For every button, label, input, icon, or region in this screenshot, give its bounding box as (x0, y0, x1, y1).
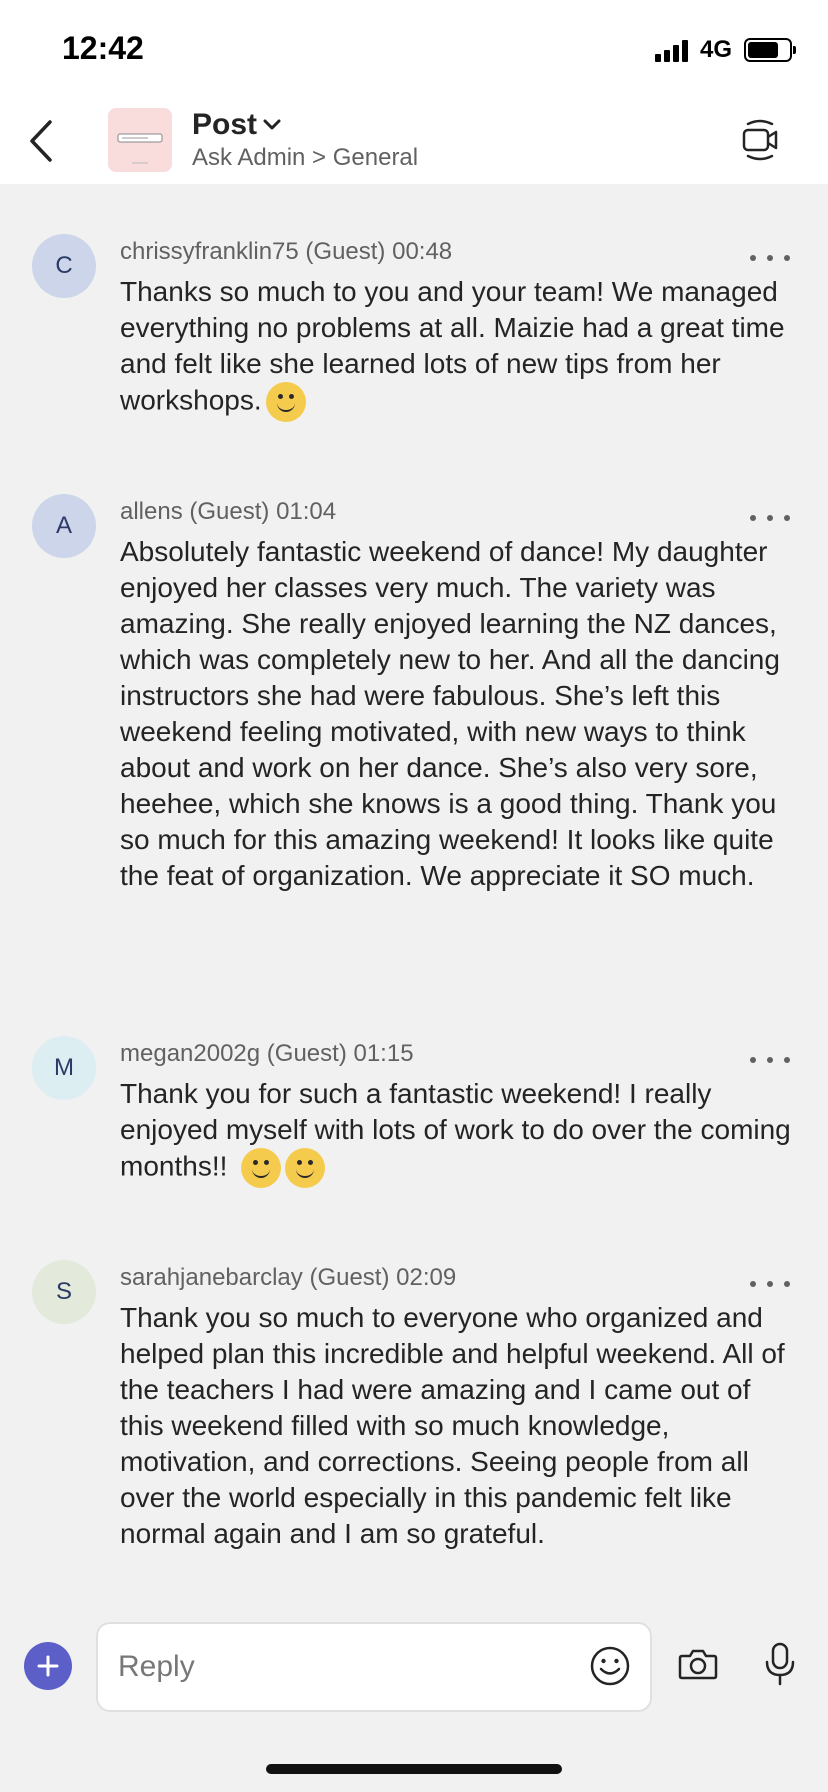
team-thumbnail (108, 108, 172, 172)
post-header: Post Ask Admin > General (0, 100, 828, 184)
status-time: 12:42 (62, 30, 144, 66)
message-meta: allens (Guest) 01:04 (120, 498, 336, 526)
camera-button[interactable] (676, 1642, 720, 1686)
message-text: Absolutely fantastic weekend of dance! M… (120, 536, 780, 891)
avatar[interactable]: S (32, 1260, 96, 1324)
message-text: Thanks so much to you and your team! We … (120, 276, 785, 416)
more-options-button[interactable] (750, 508, 790, 528)
avatar[interactable]: A (32, 494, 96, 558)
post-title-dropdown[interactable]: Post (192, 108, 281, 142)
smiley-emoji-icon (241, 1148, 282, 1188)
message-body: Thank you so much to everyone who organi… (120, 1300, 800, 1552)
message-meta: megan2002g (Guest) 01:15 (120, 1040, 414, 1068)
author-name[interactable]: sarahjanebarclay (Guest) (120, 1264, 389, 1291)
status-bar: 12:42 4G (0, 0, 828, 100)
reply-composer (0, 1600, 828, 1712)
emoji-button[interactable] (588, 1644, 632, 1688)
message-body: Thanks so much to you and your team! We … (120, 274, 800, 422)
plus-icon (37, 1655, 59, 1677)
status-indicators: 4G (654, 36, 796, 64)
author-name[interactable]: megan2002g (Guest) (120, 1040, 347, 1067)
chevron-left-icon (30, 120, 52, 162)
more-options-button[interactable] (750, 1274, 790, 1294)
video-call-button[interactable] (740, 118, 780, 162)
message-time: 01:15 (353, 1040, 414, 1067)
channel-breadcrumb: Ask Admin > General (192, 144, 419, 171)
author-name[interactable]: allens (Guest) (120, 498, 269, 525)
message-time: 01:04 (276, 498, 337, 525)
add-attachment-button[interactable] (24, 1642, 72, 1690)
video-camera-icon (742, 119, 778, 161)
message-text: Thank you so much to everyone who organi… (120, 1302, 785, 1549)
message-body: Thank you for such a fantastic weekend! … (120, 1076, 800, 1188)
more-options-button[interactable] (750, 248, 790, 268)
smiley-emoji-icon (265, 382, 306, 422)
battery-icon (744, 38, 796, 62)
home-indicator (266, 1764, 562, 1774)
message-meta: sarahjanebarclay (Guest) 02:09 (120, 1264, 456, 1292)
message-time: 00:48 (392, 238, 453, 265)
avatar-initial: A (55, 512, 72, 539)
message-body: Absolutely fantastic weekend of dance! M… (120, 534, 800, 894)
avatar-initial: C (55, 252, 73, 279)
smiley-emoji-icon (285, 1148, 326, 1188)
reply-input[interactable] (116, 1644, 560, 1690)
message-time: 02:09 (396, 1264, 457, 1291)
signal-icon (654, 38, 688, 62)
message-text: Thank you for such a fantastic weekend! … (120, 1078, 791, 1182)
avatar[interactable]: C (32, 234, 96, 298)
back-button[interactable] (22, 116, 62, 166)
emoji-icon (590, 1646, 630, 1686)
network-label: 4G (699, 36, 732, 63)
author-name[interactable]: chrissyfranklin75 (Guest) (120, 238, 385, 265)
post-title: Post (192, 108, 258, 141)
message-meta: chrissyfranklin75 (Guest) 00:48 (120, 238, 452, 266)
camera-icon (678, 1649, 718, 1680)
avatar[interactable]: M (32, 1036, 96, 1100)
avatar-initial: S (55, 1278, 72, 1305)
chevron-down-icon (263, 119, 281, 130)
avatar-initial: M (54, 1054, 74, 1081)
microphone-button[interactable] (758, 1640, 802, 1688)
microphone-icon (765, 1642, 795, 1686)
more-options-button[interactable] (750, 1050, 790, 1070)
reply-box (96, 1622, 652, 1712)
